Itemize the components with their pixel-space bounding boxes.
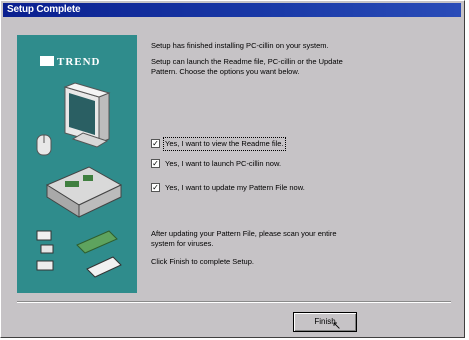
scan-message-line2: system for viruses. [151,239,214,248]
launch-checkbox[interactable]: ✓ [151,159,160,168]
title-bar[interactable]: Setup Complete [3,3,461,17]
finish-button[interactable]: Finish [293,312,357,332]
setup-complete-dialog: Setup Complete TREND Setup has finished … [0,0,465,338]
mouse-illustration [36,134,52,156]
monitor-illustration [63,82,111,148]
update-checkbox-label[interactable]: Yes, I want to update my Pattern File no… [165,183,305,193]
button-separator [17,301,451,303]
window-title: Setup Complete [7,4,81,15]
update-checkbox-row[interactable]: ✓ Yes, I want to update my Pattern File … [151,183,421,195]
readme-checkbox[interactable]: ✓ [151,139,160,148]
computer-illustration [36,82,123,278]
readme-checkbox-label[interactable]: Yes, I want to view the Readme file. [163,137,286,151]
update-checkbox[interactable]: ✓ [151,183,160,192]
side-illustration-panel: TREND [17,35,137,293]
launch-checkbox-label[interactable]: Yes, I want to launch PC-cillin now. [165,159,281,169]
finished-message: Setup has finished installing PC-cillin … [151,41,329,50]
motherboard-illustration [45,166,123,218]
mouse-pointer-icon: ↖ [332,320,342,332]
launch-message-line2: Pattern. Choose the options you want bel… [151,67,300,76]
chip-illustrations [36,230,122,278]
readme-checkbox-row[interactable]: ✓ Yes, I want to view the Readme file. [151,137,421,151]
launch-checkbox-row[interactable]: ✓ Yes, I want to launch PC-cillin now. [151,159,421,171]
scan-message-line1: After updating your Pattern File, please… [151,229,337,238]
launch-message-line1: Setup can launch the Readme file, PC-cil… [151,57,343,66]
finish-instruction: Click Finish to complete Setup. [151,257,254,266]
